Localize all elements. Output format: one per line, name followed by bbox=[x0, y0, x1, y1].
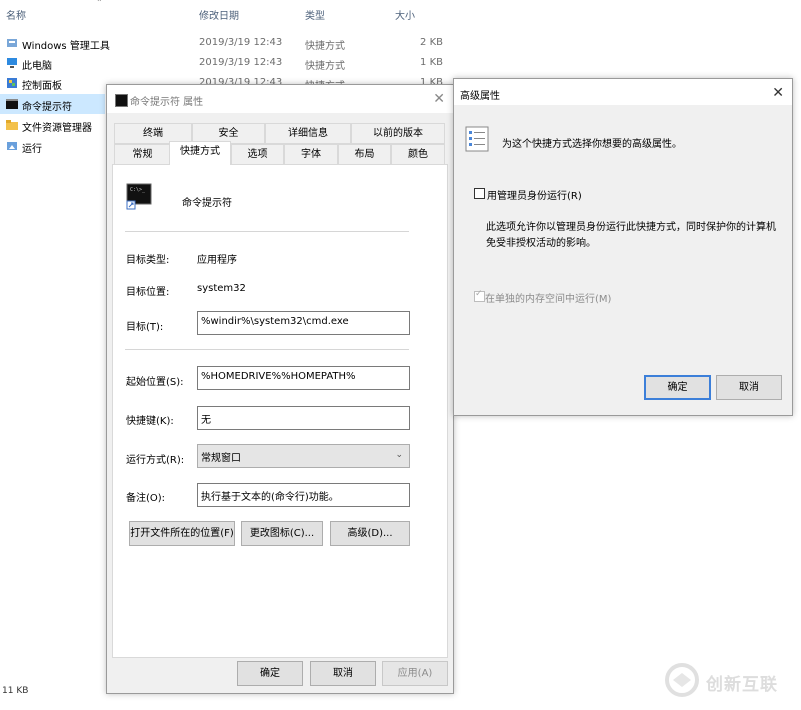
file-row-cmd[interactable]: 命令提示符 bbox=[0, 94, 105, 114]
control-panel-icon bbox=[6, 77, 18, 89]
tab-layout[interactable]: 布局 bbox=[338, 144, 391, 165]
computer-icon bbox=[6, 57, 18, 69]
admin-help-text-2: 免受非授权活动的影响。 bbox=[486, 238, 596, 249]
change-icon-button[interactable]: 更改图标(C)... bbox=[241, 521, 323, 546]
shortcut-name: 命令提示符 bbox=[182, 198, 232, 209]
run-mode-select[interactable]: 常规窗口 ⌄ bbox=[197, 444, 410, 468]
advanced-description: 为这个快捷方式选择你想要的高级属性。 bbox=[502, 139, 682, 150]
comment-field[interactable]: 执行基于文本的(命令行)功能。 bbox=[197, 483, 410, 507]
file-type: 快捷方式 bbox=[305, 41, 345, 52]
tab-colors[interactable]: 颜色 bbox=[391, 144, 445, 165]
shortcut-tab-panel: C:\>_ 命令提示符 目标类型: 应用程序 目标位置: system32 目标… bbox=[112, 164, 448, 658]
hotkey-field[interactable]: 无 bbox=[197, 406, 410, 430]
properties-titlebar[interactable]: 命令提示符 属性 ✕ bbox=[107, 85, 453, 113]
file-list-header: 名称 ⌃ 修改日期 类型 大小 bbox=[0, 0, 450, 26]
separator bbox=[125, 231, 409, 232]
tab-options[interactable]: 选项 bbox=[231, 144, 284, 165]
tab-shortcut[interactable]: 快捷方式 bbox=[169, 141, 231, 165]
close-icon[interactable]: ✕ bbox=[772, 85, 784, 101]
properties-dialog: 命令提示符 属性 ✕ 终端 安全 详细信息 以前的版本 常规 快捷方式 选项 字… bbox=[106, 84, 454, 694]
tab-previous-versions[interactable]: 以前的版本 bbox=[351, 123, 445, 144]
tab-font[interactable]: 字体 bbox=[284, 144, 338, 165]
target-location-label: 目标位置: bbox=[126, 287, 170, 298]
svg-text:C:\>_: C:\>_ bbox=[130, 187, 146, 193]
advanced-title: 高级属性 bbox=[460, 91, 500, 102]
run-mode-value: 常规窗口 bbox=[201, 453, 241, 464]
target-type-label: 目标类型: bbox=[126, 255, 170, 266]
target-location-value: system32 bbox=[197, 283, 246, 294]
advanced-properties-dialog: 高级属性 ✕ 为这个快捷方式选择你想要的高级属性。 用管理员身份运行(R) 此选… bbox=[453, 78, 793, 416]
apply-button[interactable]: 应用(A) bbox=[382, 661, 448, 686]
comment-label: 备注(O): bbox=[126, 493, 166, 504]
close-icon[interactable]: ✕ bbox=[433, 91, 445, 107]
file-name: 运行 bbox=[22, 144, 42, 155]
watermark-text: 创新互联 bbox=[706, 675, 778, 695]
advanced-button[interactable]: 高级(D)... bbox=[330, 521, 410, 546]
admin-help-text-1: 此选项允许你以管理员身份运行此快捷方式，同时保护你的计算机 bbox=[486, 222, 776, 233]
watermark-logo-icon bbox=[664, 662, 700, 701]
cmd-icon: C:\>_ bbox=[126, 183, 152, 214]
cmd-icon bbox=[6, 98, 18, 110]
target-label: 目标(T): bbox=[126, 322, 164, 333]
separator bbox=[125, 349, 409, 350]
advanced-cancel-button[interactable]: 取消 bbox=[716, 375, 782, 400]
separate-memory-checkbox[interactable] bbox=[474, 289, 485, 302]
file-date: 2019/3/19 12:43 bbox=[199, 57, 283, 68]
file-size: 1 KB bbox=[420, 57, 443, 68]
advanced-titlebar[interactable]: 高级属性 ✕ bbox=[454, 79, 792, 105]
column-date-header[interactable]: 修改日期 bbox=[199, 7, 239, 22]
column-name-header[interactable]: 名称 bbox=[6, 7, 26, 22]
advanced-ok-button[interactable]: 确定 bbox=[644, 375, 711, 400]
start-in-field[interactable]: %HOMEDRIVE%%HOMEPATH% bbox=[197, 366, 410, 390]
sort-chevron-icon: ⌃ bbox=[96, 0, 103, 7]
status-bar-size: 11 KB bbox=[2, 686, 29, 696]
file-size: 2 KB bbox=[420, 37, 443, 48]
chevron-down-icon: ⌄ bbox=[395, 450, 403, 460]
column-size-header[interactable]: 大小 bbox=[395, 7, 415, 22]
cmd-icon bbox=[115, 94, 128, 107]
open-file-location-button[interactable]: 打开文件所在的位置(F) bbox=[129, 521, 235, 546]
file-name: 此电脑 bbox=[22, 61, 52, 72]
column-type-header[interactable]: 类型 bbox=[305, 7, 325, 22]
admin-tools-icon bbox=[6, 37, 18, 49]
file-type: 快捷方式 bbox=[305, 61, 345, 72]
file-name: 控制面板 bbox=[22, 81, 62, 92]
run-icon bbox=[6, 140, 18, 152]
file-date: 2019/3/19 12:43 bbox=[199, 37, 283, 48]
hotkey-label: 快捷键(K): bbox=[126, 416, 174, 427]
separate-memory-label: 在单独的内存空间中运行(M) bbox=[485, 294, 612, 305]
file-row-windows-tools[interactable]: Windows 管理工具 2019/3/19 12:43 快捷方式 2 KB bbox=[0, 33, 450, 53]
file-row-this-pc[interactable]: 此电脑 2019/3/19 12:43 快捷方式 1 KB bbox=[0, 53, 450, 73]
run-mode-label: 运行方式(R): bbox=[126, 455, 185, 466]
file-name: 文件资源管理器 bbox=[22, 123, 92, 134]
watermark: 创新互联 bbox=[664, 662, 794, 702]
run-as-admin-checkbox[interactable] bbox=[474, 188, 485, 199]
ok-button[interactable]: 确定 bbox=[237, 661, 303, 686]
start-in-label: 起始位置(S): bbox=[126, 377, 184, 388]
properties-list-icon bbox=[465, 126, 491, 155]
folder-icon bbox=[6, 119, 18, 131]
file-name: Windows 管理工具 bbox=[22, 41, 110, 52]
cancel-button[interactable]: 取消 bbox=[310, 661, 376, 686]
tab-general[interactable]: 常规 bbox=[114, 144, 171, 165]
tab-details[interactable]: 详细信息 bbox=[265, 123, 351, 144]
file-name: 命令提示符 bbox=[22, 102, 72, 113]
run-as-admin-label[interactable]: 用管理员身份运行(R) bbox=[487, 187, 582, 202]
target-type-value: 应用程序 bbox=[197, 255, 237, 266]
target-field[interactable]: %windir%\system32\cmd.exe bbox=[197, 311, 410, 335]
properties-title: 命令提示符 属性 bbox=[130, 97, 204, 108]
